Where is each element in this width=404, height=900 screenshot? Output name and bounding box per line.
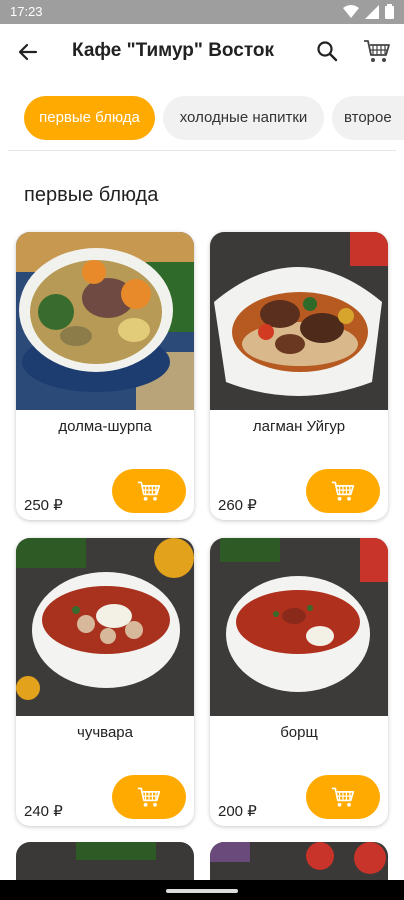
status-time: 17:23 xyxy=(10,4,43,19)
product-image xyxy=(210,232,388,410)
cart-icon xyxy=(331,787,355,807)
product-image xyxy=(16,232,194,410)
product-image xyxy=(210,538,388,716)
product-price: 250 ₽ xyxy=(24,497,63,514)
divider xyxy=(8,150,396,151)
tab-cold-drinks[interactable]: холодные напитки xyxy=(163,96,324,140)
product-name: борщ xyxy=(280,724,318,741)
product-image xyxy=(16,538,194,716)
add-to-cart-button[interactable] xyxy=(306,775,380,819)
back-arrow-icon xyxy=(18,43,38,61)
cart-icon xyxy=(137,787,161,807)
product-image xyxy=(210,842,388,882)
product-name: долма-шурпа xyxy=(58,418,152,435)
section-title: первые блюда xyxy=(24,184,159,206)
battery-icon xyxy=(385,4,394,19)
cart-icon xyxy=(331,481,355,501)
product-card[interactable]: долма-шурпа 250 ₽ xyxy=(16,232,194,520)
product-name: чучвара xyxy=(77,724,133,741)
product-card-partial[interactable] xyxy=(210,842,388,882)
signal-icon xyxy=(365,4,379,19)
page-title: Кафе "Тимур" Восток xyxy=(72,40,275,61)
tab-second-courses[interactable]: второе xyxy=(332,96,404,140)
add-to-cart-button[interactable] xyxy=(112,775,186,819)
product-card[interactable]: борщ 200 ₽ xyxy=(210,538,388,826)
product-image xyxy=(16,842,194,882)
product-card-partial[interactable] xyxy=(16,842,194,882)
product-price: 200 ₽ xyxy=(218,803,257,820)
back-button[interactable] xyxy=(14,38,42,66)
cart-icon xyxy=(137,481,161,501)
cart-icon xyxy=(364,40,390,62)
home-handle[interactable] xyxy=(166,889,238,893)
product-price: 240 ₽ xyxy=(24,803,63,820)
product-card[interactable]: чучвара 240 ₽ xyxy=(16,538,194,826)
status-bar: 17:23 xyxy=(0,0,404,24)
app-bar: Кафе "Тимур" Восток xyxy=(0,24,404,80)
cart-button[interactable] xyxy=(362,37,392,65)
category-tabs: первые блюда холодные напитки второе xyxy=(0,96,404,142)
wifi-icon xyxy=(343,4,359,18)
search-icon xyxy=(317,41,338,62)
product-price: 260 ₽ xyxy=(218,497,257,514)
add-to-cart-button[interactable] xyxy=(112,469,186,513)
tab-first-courses[interactable]: первые блюда xyxy=(24,96,155,140)
search-button[interactable] xyxy=(314,38,340,64)
product-card[interactable]: лагман Уйгур 260 ₽ xyxy=(210,232,388,520)
add-to-cart-button[interactable] xyxy=(306,469,380,513)
status-icons xyxy=(343,4,394,19)
product-name: лагман Уйгур xyxy=(252,418,346,435)
